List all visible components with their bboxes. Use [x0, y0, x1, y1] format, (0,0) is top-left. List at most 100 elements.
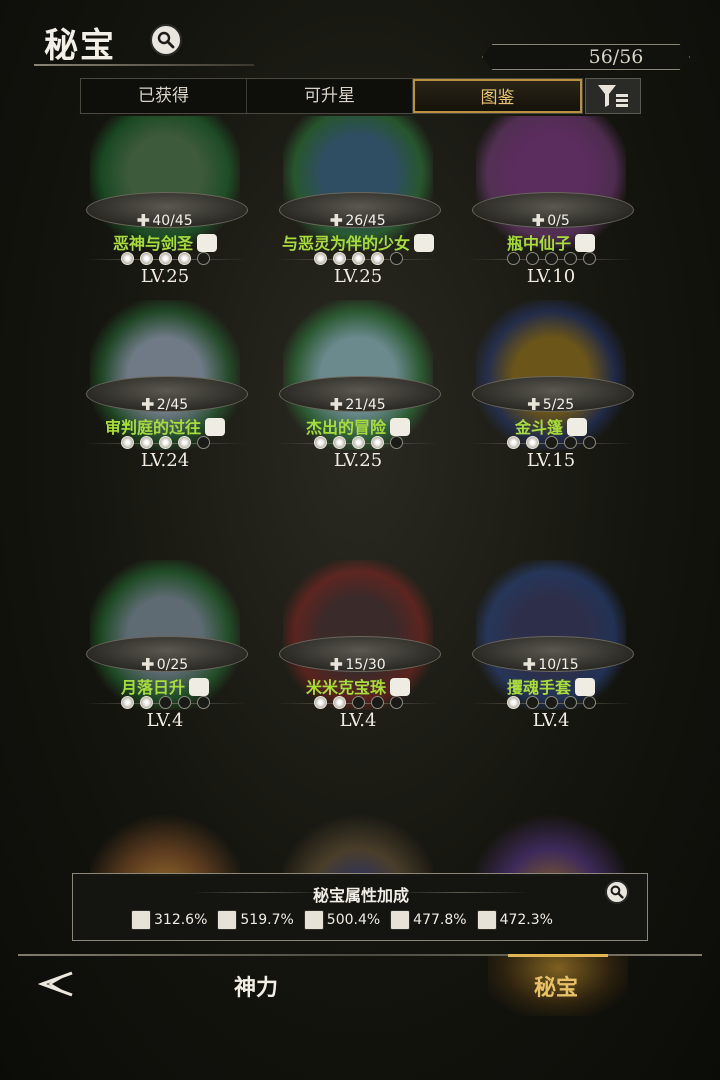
- filter-icon: [598, 85, 628, 107]
- item-name-row: 审判庭的过往: [70, 414, 260, 438]
- nav-active-indicator: [508, 954, 608, 957]
- shard-count: 10/15: [523, 657, 579, 673]
- shard-count: 5/25: [527, 397, 575, 413]
- back-button[interactable]: [32, 966, 76, 1002]
- candle-art[interactable]: [90, 806, 240, 876]
- star-empty-icon: [370, 696, 384, 709]
- star-filled-icon: [158, 436, 172, 449]
- star-rating: [456, 252, 646, 265]
- boot-icon: [390, 418, 410, 436]
- star-filled-icon: [120, 252, 134, 265]
- shard-count: 2/45: [141, 397, 188, 413]
- star-filled-icon: [351, 436, 365, 449]
- item-name-row: 月落日升: [70, 674, 260, 698]
- star-empty-icon: [544, 252, 558, 265]
- star-empty-icon: [525, 252, 539, 265]
- search-icon: [157, 31, 175, 49]
- nav-treasure[interactable]: 秘宝: [534, 970, 578, 1002]
- fist-icon: [217, 910, 238, 930]
- star-empty-icon: [563, 696, 577, 709]
- item-level: LV.4: [146, 710, 184, 731]
- star-rating: [456, 696, 646, 709]
- item-name: 攫魂手套: [506, 678, 571, 697]
- star-filled-icon: [332, 252, 346, 265]
- star-rating: [263, 252, 453, 265]
- collection-counter: 56/56: [482, 44, 690, 70]
- star-empty-icon: [389, 696, 403, 709]
- star-filled-icon: [120, 696, 134, 709]
- star-empty-icon: [389, 252, 403, 265]
- treasure-card[interactable]: 0/25 月落日升 LV.4: [70, 560, 260, 820]
- shard-count: 15/30: [330, 657, 386, 673]
- shard-count: 21/45: [330, 397, 386, 413]
- item-level: LV.10: [526, 266, 576, 287]
- star-empty-icon: [544, 696, 558, 709]
- filter-button[interactable]: [585, 78, 641, 114]
- bonus-stat-value: 500.4%: [326, 912, 381, 928]
- hand-icon: [476, 910, 497, 930]
- boot-icon: [567, 418, 587, 436]
- star-filled-icon: [139, 252, 153, 265]
- star-empty-icon: [563, 436, 577, 449]
- star-empty-icon: [506, 252, 520, 265]
- bonus-info-button[interactable]: [605, 880, 629, 904]
- search-icon: [610, 885, 624, 899]
- bonus-stat: 312.6%: [131, 910, 207, 930]
- star-empty-icon: [196, 436, 210, 449]
- bonus-stat: 500.4%: [303, 910, 381, 930]
- bonus-stat: 519.7%: [217, 910, 294, 930]
- shard-icon: [330, 214, 343, 226]
- bonus-stat-value: 477.8%: [413, 912, 467, 928]
- shard-count: 26/45: [330, 213, 386, 229]
- star-filled-icon: [332, 696, 346, 709]
- item-name: 杰出的冒险: [305, 418, 386, 437]
- treasure-card[interactable]: 10/15 攫魂手套 LV.4: [456, 560, 646, 820]
- shard-count: 40/45: [137, 213, 193, 229]
- item-name: 审判庭的过往: [104, 418, 201, 437]
- dragon-eye-art[interactable]: [476, 806, 626, 876]
- bonus-title: 秘宝属性加成: [312, 886, 409, 905]
- tab-obtained[interactable]: 已获得: [81, 79, 247, 113]
- page-title: 秘宝: [44, 26, 116, 66]
- fist-icon: [390, 678, 410, 696]
- star-empty-icon: [389, 436, 403, 449]
- item-name-row: 杰出的冒险: [263, 414, 453, 438]
- treasure-grid: 40/45 恶神与剑圣 LV.25 26/45 与恶灵为伴的少女 LV.25 0/5 瓶中仙子…: [70, 116, 650, 876]
- swirl-icon: [575, 234, 595, 252]
- star-empty-icon: [351, 696, 365, 709]
- treasure-screen: 秘宝 56/56 已获得 可升星 图鉴 40/45 恶神与剑圣 LV.25 26/45…: [0, 0, 720, 1080]
- tab-codex[interactable]: 图鉴: [413, 79, 582, 113]
- nav-divine-power[interactable]: 神力: [234, 970, 278, 1002]
- star-filled-icon: [370, 252, 384, 265]
- item-name: 瓶中仙子: [506, 234, 571, 253]
- treasure-card[interactable]: 15/30 米米克宝珠 LV.4: [263, 560, 453, 820]
- tab-upgradable[interactable]: 可升星: [247, 79, 413, 113]
- shard-value: 0/25: [156, 657, 189, 673]
- star-rating: [70, 436, 260, 449]
- star-empty-icon: [544, 436, 558, 449]
- fist-icon: [197, 234, 217, 252]
- star-filled-icon: [332, 436, 346, 449]
- treasure-card[interactable]: 2/45 审判庭的过往 LV.24: [70, 300, 260, 560]
- shard-value: 0/5: [547, 213, 570, 229]
- item-level: LV.4: [339, 710, 377, 731]
- star-rating: [263, 436, 453, 449]
- bonus-stat: 472.3%: [476, 910, 553, 930]
- treasure-card[interactable]: 21/45 杰出的冒险 LV.25: [263, 300, 453, 560]
- sword-icon: [131, 910, 151, 930]
- boot-icon: [189, 678, 209, 696]
- star-filled-icon: [139, 436, 153, 449]
- star-empty-icon: [582, 696, 596, 709]
- star-filled-icon: [351, 252, 365, 265]
- shard-value: 5/25: [542, 397, 575, 413]
- shard-count: 0/5: [532, 213, 570, 229]
- star-rating: [456, 436, 646, 449]
- treasure-card[interactable]: 5/25 金斗篷 LV.15: [456, 300, 646, 560]
- item-name-row: 与恶灵为伴的少女: [263, 230, 453, 254]
- lamp-art[interactable]: [283, 806, 433, 876]
- star-filled-icon: [506, 436, 520, 449]
- swirl-icon: [575, 678, 595, 696]
- star-filled-icon: [139, 696, 153, 709]
- back-arrow-icon: [37, 971, 73, 997]
- search-button[interactable]: [150, 24, 182, 56]
